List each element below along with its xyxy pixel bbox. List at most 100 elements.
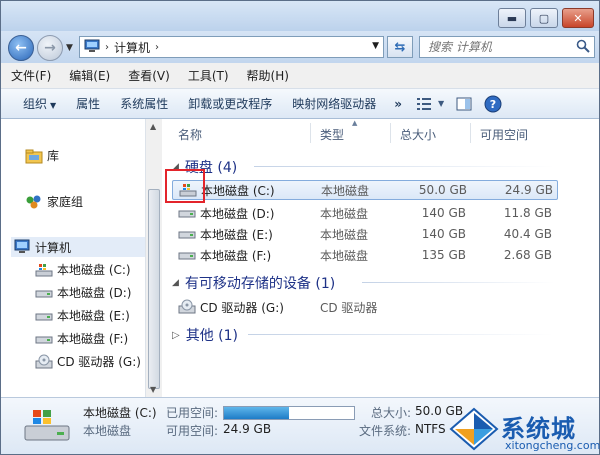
column-header-name[interactable]: 名称 xyxy=(178,126,202,143)
nav-drive-d[interactable]: 本地磁盘 (D:) xyxy=(35,284,131,301)
nav-drive-d-label: 本地磁盘 (D:) xyxy=(57,286,132,300)
disk-row-c[interactable]: 本地磁盘 (C:) 本地磁盘 50.0 GB 24.9 GB xyxy=(172,180,558,200)
organize-button[interactable]: 组织 ▼ xyxy=(1,95,66,112)
breadcrumb-separator[interactable]: › xyxy=(105,42,109,53)
disk-type: 本地磁盘 xyxy=(320,248,369,263)
disk-total: 50.0 GB xyxy=(418,183,467,197)
column-divider[interactable] xyxy=(470,123,471,143)
capacity-bar-fill xyxy=(224,407,289,419)
details-drive-name: 本地磁盘 (C:) xyxy=(83,406,157,420)
hard-drive-icon xyxy=(35,285,53,301)
disk-row-d[interactable]: 本地磁盘 (D:) 本地磁盘 140 GB 11.8 GB xyxy=(172,203,558,223)
group-header-removable[interactable]: ◢ 有可移动存储的设备 (1) xyxy=(172,273,335,293)
drive-large-icon xyxy=(23,408,71,447)
menu-help[interactable]: 帮助(H) xyxy=(237,67,297,84)
chevron-down-icon: ▼ xyxy=(50,101,57,110)
file-system-label: 文件系统: xyxy=(359,424,412,438)
disk-row-e[interactable]: 本地磁盘 (E:) 本地磁盘 140 GB 40.4 GB xyxy=(172,224,558,244)
disk-type: CD 驱动器 xyxy=(320,300,378,315)
change-view-button[interactable]: ▼ xyxy=(410,97,450,111)
menu-file[interactable]: 文件(F) xyxy=(1,67,59,84)
nav-drive-f[interactable]: 本地磁盘 (F:) xyxy=(35,330,128,347)
disk-type: 本地磁盘 xyxy=(320,227,369,242)
nav-homegroup-label: 家庭组 xyxy=(47,195,84,209)
column-divider[interactable] xyxy=(310,123,311,143)
free-space-value: 24.9 GB xyxy=(223,422,272,436)
breadcrumb-separator[interactable]: › xyxy=(155,42,159,53)
map-network-drive-button[interactable]: 映射网络驱动器 xyxy=(282,95,386,112)
watermark-url: xitongcheng.com xyxy=(505,439,600,452)
search-input[interactable] xyxy=(420,37,570,57)
more-commands-button[interactable]: » xyxy=(386,97,410,111)
address-dropdown-icon[interactable]: ▼ xyxy=(372,41,379,51)
properties-button[interactable]: 属性 xyxy=(66,95,110,112)
disk-name: 本地磁盘 (F:) xyxy=(200,248,272,263)
address-bar[interactable]: › 计算机 › ▼ xyxy=(79,36,384,58)
menu-tools[interactable]: 工具(T) xyxy=(178,67,237,84)
help-button[interactable]: ? xyxy=(478,95,508,113)
nav-drive-f-label: 本地磁盘 (F:) xyxy=(57,332,129,346)
search-box[interactable] xyxy=(419,36,595,58)
scroll-down-icon[interactable]: ▼ xyxy=(150,385,156,394)
computer-icon xyxy=(13,239,31,255)
explorer-window: ▬ ▢ ✕ ← → ▼ › 计算机 › ▼ ⇆ 搜索 计算机 文件(F) 编辑(… xyxy=(0,0,600,455)
disk-free: 24.9 GB xyxy=(504,183,553,197)
cd-drive-icon xyxy=(178,299,196,315)
highlight-box xyxy=(165,169,205,203)
navigation-pane: 库 家庭组 计算机 本地磁盘 (C:) 本地磁盘 (D:) 本地磁盘 (E:) … xyxy=(1,119,145,397)
column-header-free[interactable]: 可用空间 xyxy=(480,126,528,143)
recent-pages-dropdown-icon[interactable]: ▼ xyxy=(66,43,73,53)
disk-free: 40.4 GB xyxy=(503,227,552,241)
menu-edit[interactable]: 编辑(E) xyxy=(59,67,118,84)
scrollbar-thumb[interactable] xyxy=(148,189,160,389)
nav-homegroup[interactable]: 家庭组 xyxy=(25,193,83,210)
details-drive-type: 本地磁盘 xyxy=(83,424,132,438)
refresh-button[interactable]: ⇆ xyxy=(387,36,413,58)
disk-type: 本地磁盘 xyxy=(320,206,369,221)
uninstall-program-button[interactable]: 卸载或更改程序 xyxy=(178,95,282,112)
menu-view[interactable]: 查看(V) xyxy=(118,67,178,84)
svg-text:?: ? xyxy=(490,98,496,111)
system-properties-button[interactable]: 系统属性 xyxy=(110,95,178,112)
total-size-label: 总大小: xyxy=(371,406,412,420)
group-divider xyxy=(248,334,554,335)
scroll-up-icon[interactable]: ▲ xyxy=(150,122,156,131)
hard-drive-icon xyxy=(178,205,196,221)
search-icon[interactable] xyxy=(576,39,590,56)
disk-name: 本地磁盘 (D:) xyxy=(200,206,275,221)
homegroup-icon xyxy=(25,194,43,210)
watermark-logo-icon xyxy=(449,407,499,451)
maximize-button[interactable]: ▢ xyxy=(530,8,558,28)
column-header-type[interactable]: 类型 xyxy=(320,126,344,143)
nav-drive-e[interactable]: 本地磁盘 (E:) xyxy=(35,307,130,324)
forward-button[interactable]: → xyxy=(37,35,63,61)
column-divider[interactable] xyxy=(390,123,391,143)
arrow-right-icon: → xyxy=(44,40,56,56)
disk-free: 11.8 GB xyxy=(503,206,552,220)
back-button[interactable]: ← xyxy=(8,35,34,61)
hard-drive-icon xyxy=(35,331,53,347)
menu-bar: 文件(F) 编辑(E) 查看(V) 工具(T) 帮助(H) xyxy=(1,63,599,89)
computer-icon xyxy=(84,39,100,56)
help-icon: ? xyxy=(484,95,502,112)
disk-row-g[interactable]: CD 驱动器 (G:) CD 驱动器 xyxy=(172,297,558,317)
nav-drive-g[interactable]: CD 驱动器 (G:) xyxy=(35,353,141,370)
column-header-total[interactable]: 总大小 xyxy=(400,126,436,143)
nav-drive-c[interactable]: 本地磁盘 (C:) xyxy=(35,261,131,278)
group-other-label: 其他 (1) xyxy=(185,328,238,344)
disk-total: 135 GB xyxy=(421,248,466,262)
close-button[interactable]: ✕ xyxy=(562,8,594,28)
disk-row-f[interactable]: 本地磁盘 (F:) 本地磁盘 135 GB 2.68 GB xyxy=(172,245,558,265)
disk-total: 140 GB xyxy=(421,206,466,220)
group-header-other[interactable]: ▷ 其他 (1) xyxy=(172,325,238,345)
collapse-arrow-icon[interactable]: ◢ xyxy=(172,278,179,288)
breadcrumb-computer[interactable]: 计算机 xyxy=(114,39,150,56)
hard-drive-icon xyxy=(35,308,53,324)
disk-name: 本地磁盘 (C:) xyxy=(201,183,275,198)
nav-computer[interactable]: 计算机 xyxy=(11,237,145,257)
preview-pane-button[interactable] xyxy=(450,97,478,111)
minimize-button[interactable]: ▬ xyxy=(498,8,526,28)
expand-arrow-icon[interactable]: ▷ xyxy=(172,330,180,341)
nav-library[interactable]: 库 xyxy=(25,147,59,164)
navigation-scrollbar[interactable]: ▲ ▼ xyxy=(145,119,162,397)
